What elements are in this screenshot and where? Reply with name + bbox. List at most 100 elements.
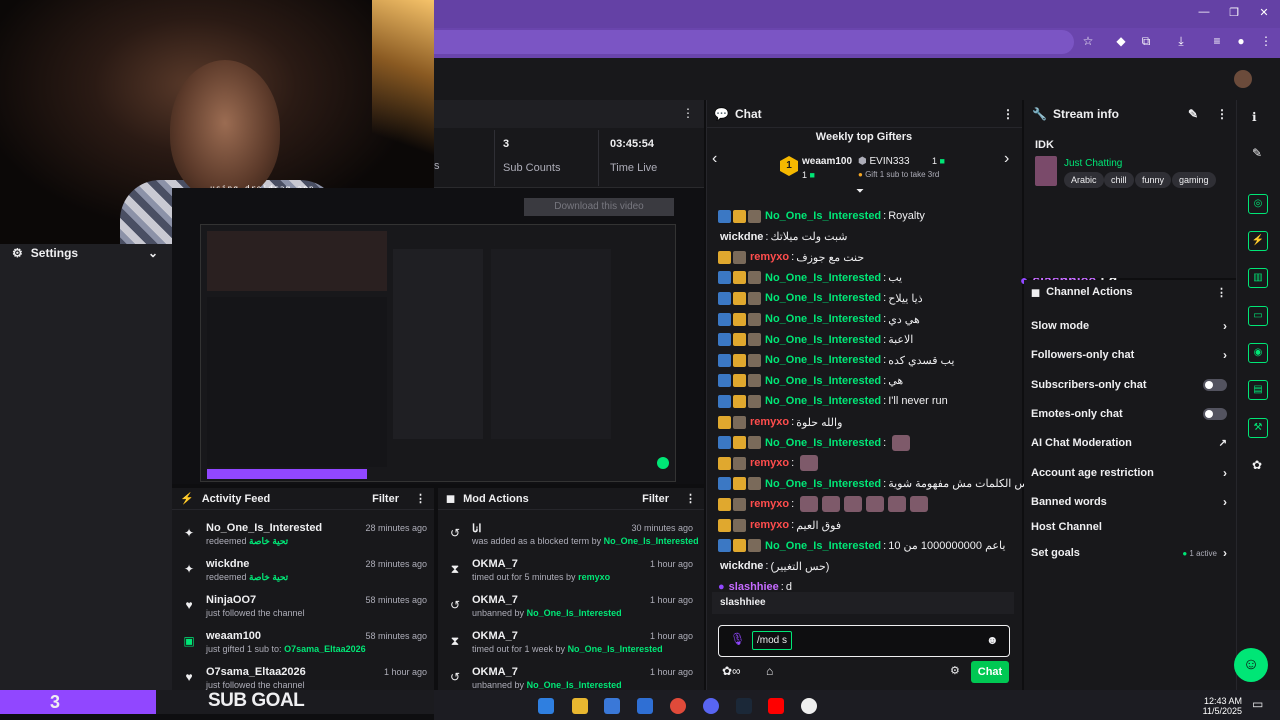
list-item[interactable]: ⧗ OKMA_7 timed out for 1 week by No_One_… xyxy=(446,630,701,664)
chevron-left-icon[interactable]: ‹ xyxy=(712,150,717,168)
chat-message[interactable]: remyxo: حنت مع جوزف xyxy=(718,248,864,266)
close-icon[interactable]: ✕ xyxy=(1254,6,1274,22)
chat-username[interactable]: remyxo xyxy=(750,251,789,263)
chat-username[interactable]: No_One_Is_Interested xyxy=(765,210,881,222)
kebab-icon[interactable]: ⋮ xyxy=(1002,107,1014,121)
chat-send-button[interactable]: Chat xyxy=(971,661,1009,683)
stream-tag[interactable]: chill xyxy=(1104,172,1134,188)
chat-username[interactable]: No_One_Is_Interested xyxy=(765,313,881,325)
chat-username[interactable]: remyxo xyxy=(750,457,789,469)
discord-icon[interactable] xyxy=(703,698,719,714)
bolt-icon[interactable]: ⚡ xyxy=(1248,231,1268,251)
ai-moderation-row[interactable]: AI Chat Moderation ↗ xyxy=(1031,434,1227,452)
minimize-icon[interactable]: — xyxy=(1194,6,1214,22)
app-icon[interactable] xyxy=(637,698,653,714)
kebab-icon[interactable]: ⋮ xyxy=(1216,107,1228,121)
broadcast-icon[interactable]: ◉ xyxy=(1248,343,1268,363)
emotes-only-toggle[interactable] xyxy=(1203,408,1227,420)
chat-username[interactable]: No_One_Is_Interested xyxy=(765,375,881,387)
emoji-icon[interactable]: ☻ xyxy=(986,633,999,647)
list-item[interactable]: ▣ weaam100 just gifted 1 sub to: O7sama_… xyxy=(180,630,435,664)
host-channel-row[interactable]: Host Channel xyxy=(1031,518,1227,536)
chat-message[interactable]: No_One_Is_Interested: Royalty xyxy=(718,207,925,225)
chat-username[interactable]: slashhiee xyxy=(729,581,779,593)
info-icon[interactable]: ℹ xyxy=(1252,110,1257,124)
followers-only-row[interactable]: Followers-only chat › xyxy=(1031,346,1227,364)
chat-message[interactable]: No_One_Is_Interested: الاعبة xyxy=(718,331,913,349)
chevron-right-icon[interactable]: › xyxy=(1004,150,1009,168)
chat-username[interactable]: No_One_Is_Interested xyxy=(765,292,881,304)
support-fab-button[interactable]: ☺ xyxy=(1234,648,1268,682)
chat-username[interactable]: remyxo xyxy=(750,519,789,531)
stream-tag[interactable]: Arabic xyxy=(1064,172,1104,188)
chat-username[interactable]: No_One_Is_Interested xyxy=(765,478,881,490)
filter-button[interactable]: Filter xyxy=(642,493,669,505)
obs-icon[interactable] xyxy=(801,698,817,714)
subscribers-only-row[interactable]: Subscribers-only chat xyxy=(1031,376,1227,394)
slow-mode-row[interactable]: Slow mode › xyxy=(1031,317,1227,335)
profile-icon[interactable]: ● xyxy=(1233,34,1249,50)
kebab-icon[interactable]: ⋮ xyxy=(415,492,426,505)
list-item[interactable]: ♥ NinjaOO7 just followed the channel 58 … xyxy=(180,594,435,628)
chat-username[interactable]: remyxo xyxy=(750,498,789,510)
chat-message[interactable]: No_One_Is_Interested: يب قسدي كده xyxy=(718,351,954,369)
mic-icon[interactable]: 🎙 xyxy=(730,632,745,646)
chat-username[interactable]: No_One_Is_Interested xyxy=(765,540,881,552)
layout-icon[interactable]: ▤ xyxy=(1248,380,1268,400)
chrome-icon[interactable] xyxy=(670,698,686,714)
puzzle-icon[interactable]: ⧉ xyxy=(1138,34,1154,50)
collapse-icon[interactable]: ⏷ xyxy=(856,186,864,197)
subscribers-only-toggle[interactable] xyxy=(1203,379,1227,391)
filter-button[interactable]: Filter xyxy=(372,493,399,505)
chat-message[interactable]: No_One_Is_Interested: يب xyxy=(718,269,902,287)
emotes-only-row[interactable]: Emotes-only chat xyxy=(1031,405,1227,423)
menu-kebab-icon[interactable]: ⋮ xyxy=(1258,34,1274,50)
chat-message[interactable]: wickdne: (حس التغيير) xyxy=(718,557,829,575)
chat-username[interactable]: wickdne xyxy=(720,560,763,572)
list-item[interactable]: ↺ OKMA_7 unbanned by No_One_Is_Intereste… xyxy=(446,594,701,628)
chat-username[interactable]: No_One_Is_Interested xyxy=(765,437,881,449)
chat-input-text[interactable]: /mod s xyxy=(752,631,792,650)
category-name[interactable]: Just Chatting xyxy=(1064,158,1122,169)
store-icon[interactable]: ⌂ xyxy=(766,664,773,678)
chat-message[interactable]: wickdne: شبت ولت ميلاتك xyxy=(718,228,848,246)
chat-message[interactable]: No_One_Is_Interested: ياعم 1000000000 من… xyxy=(718,537,1005,555)
address-bar[interactable] xyxy=(434,30,1074,54)
account-age-row[interactable]: Account age restriction › xyxy=(1031,464,1227,482)
kebab-icon[interactable]: ⋮ xyxy=(682,106,694,120)
chat-message[interactable]: No_One_Is_Interested: ذيا ييلاح xyxy=(718,289,923,307)
store-icon[interactable] xyxy=(604,698,620,714)
chat-settings-icon[interactable]: ⚙ xyxy=(950,664,960,677)
chat-message[interactable]: No_One_Is_Interested: هي دي xyxy=(718,310,920,328)
stream-tag[interactable]: funny xyxy=(1135,172,1172,188)
trash-icon[interactable]: ▥ xyxy=(1248,268,1268,288)
file-explorer-icon[interactable] xyxy=(572,698,588,714)
copilot-icon[interactable] xyxy=(538,698,554,714)
pen-icon[interactable]: ✎ xyxy=(1252,146,1262,160)
chat-username[interactable]: No_One_Is_Interested xyxy=(765,354,881,366)
banned-words-row[interactable]: Banned words › xyxy=(1031,493,1227,511)
points-icon[interactable]: ✿ xyxy=(1252,458,1262,472)
chat-message[interactable]: remyxo: xyxy=(718,495,929,513)
settings-header[interactable]: ⚙ Settings ⌄ xyxy=(0,244,172,262)
chat-username[interactable]: No_One_Is_Interested xyxy=(765,272,881,284)
gift-cta[interactable]: ● Gift 1 sub to take 3rd xyxy=(858,170,939,179)
kebab-icon[interactable]: ⋮ xyxy=(685,492,696,505)
chat-username[interactable]: No_One_Is_Interested xyxy=(765,334,881,346)
notification-icon[interactable]: ▭ xyxy=(1252,697,1263,711)
chat-message[interactable]: remyxo: والله حلوة xyxy=(718,413,842,431)
chat-username[interactable]: No_One_Is_Interested xyxy=(765,395,881,407)
wrench-icon[interactable]: ⚒ xyxy=(1248,418,1268,438)
list-item[interactable]: ↺ انا was added as a blocked term by No_… xyxy=(446,522,701,556)
chat-username[interactable]: remyxo xyxy=(750,416,789,428)
chat-message[interactable]: remyxo: xyxy=(718,454,819,472)
chat-username[interactable]: wickdne xyxy=(720,231,763,243)
list-item[interactable]: ✦ wickdne redeemed تحية خاصة 28 minutes … xyxy=(180,558,435,592)
chat-message[interactable]: No_One_Is_Interested: I'll never run xyxy=(718,392,948,410)
user-avatar[interactable] xyxy=(1234,70,1252,88)
chat-message[interactable]: No_One_Is_Interested: xyxy=(718,434,911,452)
chat-icon[interactable]: ▭ xyxy=(1248,306,1268,326)
set-goals-row[interactable]: Set goals ● 1 active › xyxy=(1031,544,1227,562)
chat-message[interactable]: remyxo: فوق العيم xyxy=(718,516,841,534)
points-icon[interactable]: ✿∞ xyxy=(722,664,741,678)
